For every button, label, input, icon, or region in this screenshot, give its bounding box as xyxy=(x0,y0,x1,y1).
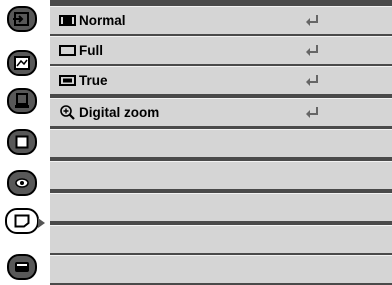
sidebar xyxy=(0,0,50,285)
menu-panel: Normal Full True Digital zoom xyxy=(50,0,392,285)
menu-item-label: Full xyxy=(79,43,103,58)
menu-item-label: Normal xyxy=(79,13,126,28)
menu-item-empty xyxy=(50,193,392,221)
normal-screen-icon xyxy=(58,14,76,28)
zoom-icon xyxy=(58,105,76,120)
screen-icon xyxy=(15,135,29,149)
enter-icon xyxy=(305,13,321,32)
setting-icon xyxy=(15,178,29,188)
enter-icon xyxy=(305,43,321,62)
menu-item-digital-zoom[interactable]: Digital zoom xyxy=(50,98,392,126)
screen-size-icon xyxy=(14,214,30,228)
menu-item-label: True xyxy=(79,73,108,88)
tab-setting[interactable] xyxy=(7,170,37,196)
menu-item-empty xyxy=(50,129,392,157)
info-icon xyxy=(15,262,29,272)
menu-item-normal[interactable]: Normal xyxy=(50,6,392,34)
tab-info[interactable] xyxy=(7,254,37,280)
menu-item-true[interactable]: True xyxy=(50,66,392,94)
picture-adjust-icon xyxy=(14,56,30,70)
tab-screen-size[interactable] xyxy=(5,208,39,234)
enter-icon xyxy=(305,105,321,124)
menu-item-empty xyxy=(50,225,392,253)
tab-input[interactable] xyxy=(7,6,37,32)
tab-image-select[interactable] xyxy=(7,88,37,114)
tab-picture-adjust[interactable] xyxy=(7,50,37,76)
active-tab-arrow-icon xyxy=(38,218,45,228)
input-icon xyxy=(13,12,29,26)
true-screen-icon xyxy=(58,74,76,88)
full-screen-icon xyxy=(58,44,76,58)
enter-icon xyxy=(305,73,321,92)
tab-screen[interactable] xyxy=(7,129,37,155)
menu-item-label: Digital zoom xyxy=(79,105,160,120)
menu-item-empty xyxy=(50,161,392,189)
menu-item-empty xyxy=(50,255,392,283)
image-select-icon xyxy=(15,93,29,108)
menu-item-full[interactable]: Full xyxy=(50,36,392,64)
